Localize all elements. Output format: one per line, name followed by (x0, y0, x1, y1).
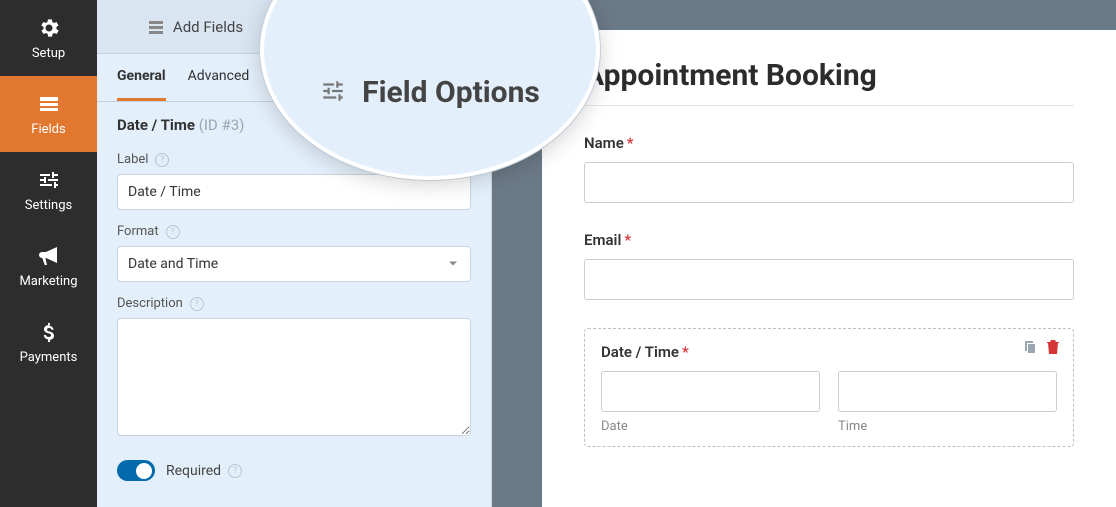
sliders-icon (320, 78, 362, 108)
field-name: Date / Time (117, 116, 195, 134)
preview-field-name[interactable]: Name* (584, 134, 1074, 203)
sidebar-label: Setup (32, 46, 65, 61)
required-asterisk: * (624, 231, 631, 249)
required-label: Required (166, 463, 221, 479)
format-select[interactable]: Date and Time (117, 246, 471, 282)
trash-icon[interactable] (1045, 339, 1061, 359)
duplicate-icon[interactable] (1021, 339, 1037, 359)
description-textarea[interactable] (117, 318, 471, 436)
format-label: Format ? (117, 224, 471, 239)
main-sidebar: Setup Fields Settings Marketing Payments (0, 0, 97, 507)
required-asterisk: * (627, 134, 634, 152)
preview-field-datetime-selected[interactable]: Date / Time* Date Time (584, 328, 1074, 447)
tab-label: Add Fields (173, 18, 243, 36)
time-sublabel: Time (838, 419, 1057, 434)
field-label: Email* (584, 231, 1074, 249)
sidebar-item-payments[interactable]: Payments (0, 304, 97, 380)
sidebar-label: Settings (25, 198, 72, 213)
sidebar-item-fields[interactable]: Fields (0, 76, 97, 152)
date-sublabel: Date (601, 419, 820, 434)
field-label: Date / Time* (601, 343, 1057, 361)
help-icon[interactable]: ? (166, 225, 180, 239)
divider (584, 105, 1074, 106)
form-icon (37, 92, 61, 116)
bullhorn-icon (37, 244, 61, 268)
dollar-icon (37, 320, 61, 344)
form-title: Appointment Booking (584, 58, 1074, 93)
help-icon[interactable]: ? (228, 464, 242, 478)
required-asterisk: * (682, 343, 689, 361)
gear-icon (37, 16, 61, 40)
sidebar-item-settings[interactable]: Settings (0, 152, 97, 228)
sidebar-label: Marketing (19, 274, 77, 289)
name-input[interactable] (584, 162, 1074, 203)
subtab-general[interactable]: General (117, 54, 166, 101)
sidebar-item-marketing[interactable]: Marketing (0, 228, 97, 304)
help-icon[interactable]: ? (155, 153, 169, 167)
help-icon[interactable]: ? (190, 297, 204, 311)
sidebar-label: Fields (31, 122, 65, 137)
zoom-label: Field Options (362, 75, 540, 110)
field-id: (ID #3) (199, 116, 245, 134)
preview-field-email[interactable]: Email* (584, 231, 1074, 300)
field-label: Name* (584, 134, 1074, 152)
form-preview-card: Appointment Booking Name* Email* (542, 30, 1116, 507)
time-input[interactable] (838, 371, 1057, 412)
sidebar-label: Payments (20, 350, 78, 365)
sliders-icon (37, 168, 61, 192)
sidebar-item-setup[interactable]: Setup (0, 0, 97, 76)
required-toggle[interactable] (117, 460, 155, 481)
subtab-advanced[interactable]: Advanced (188, 54, 250, 101)
date-input[interactable] (601, 371, 820, 412)
layout-icon (148, 19, 164, 35)
email-input[interactable] (584, 259, 1074, 300)
description-label: Description ? (117, 296, 471, 311)
